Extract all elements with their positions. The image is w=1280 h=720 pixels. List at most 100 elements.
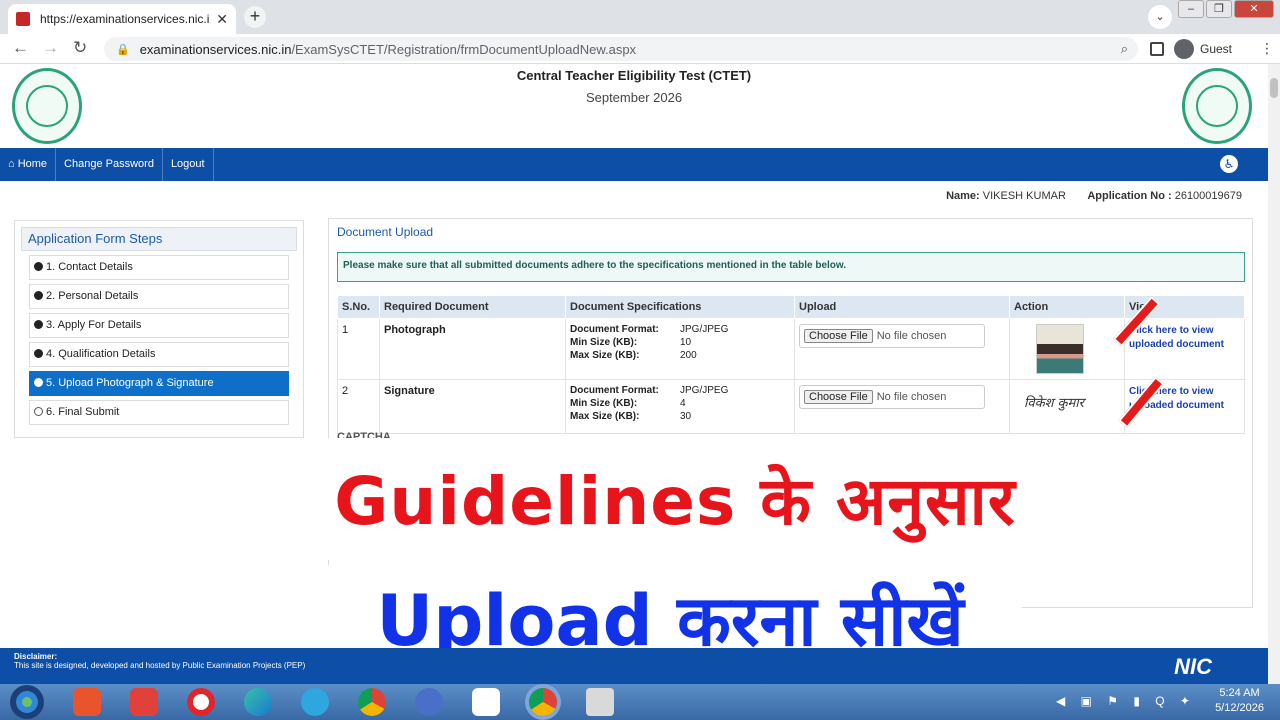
table-row: 1 Photograph Document Format: JPG/JPEG Mi… <box>337 318 1245 380</box>
choose-file-button[interactable]: Choose File <box>804 390 873 404</box>
clock-icon <box>34 378 43 387</box>
page-title: Central Teacher Eligibility Test (CTET) <box>516 68 752 83</box>
col-upload: Upload <box>794 295 1010 319</box>
chromium-icon[interactable] <box>415 688 443 716</box>
photo-file-input[interactable]: Choose File No file chosen <box>799 324 985 348</box>
minimize-button[interactable]: – <box>1178 0 1204 18</box>
main-nav: ⌂ Home Change Password Logout ♿ <box>0 148 1268 181</box>
table-header-row: S.No. Required Document Document Specifi… <box>337 295 1245 319</box>
row-action-cell: विकेश कुमार <box>1009 379 1125 434</box>
home-icon: ⌂ <box>8 158 18 170</box>
lock-icon: 🔒 <box>116 43 130 56</box>
edge-icon[interactable] <box>244 688 272 716</box>
start-button[interactable] <box>10 685 44 719</box>
accessibility-icon[interactable]: ♿ <box>1220 155 1238 173</box>
page-footer: Disclaimer: This site is designed, devel… <box>0 648 1268 684</box>
maximize-button[interactable]: ❐ <box>1206 0 1232 18</box>
site-favicon-icon <box>16 12 30 26</box>
app-no-value: 26100019679 <box>1174 190 1242 202</box>
telegram-icon[interactable] <box>301 688 329 716</box>
forward-icon[interactable]: → <box>42 38 59 58</box>
clock-time: 5:24 AM <box>1219 687 1260 699</box>
overlay-banner-top: Guidelines के अनुसार <box>282 440 1068 558</box>
view-photo-link[interactable]: Click here to view uploaded document <box>1129 324 1240 352</box>
brave-icon[interactable] <box>73 688 101 716</box>
clock-date: 5/12/2026 <box>1215 702 1264 714</box>
browser-tab[interactable]: https://examinationservices.nic.in ✕ <box>8 4 236 34</box>
url-path: /ExamSysCTET/Registration/frmDocumentUpl… <box>291 41 637 57</box>
step-contact-details[interactable]: 1. Contact Details <box>29 255 289 280</box>
file-status: No file chosen <box>876 391 947 403</box>
side-panel-icon[interactable] <box>1150 42 1164 56</box>
browser-tab-bar: https://examinationservices.nic.in ✕ + ⌄… <box>0 0 1280 34</box>
step-final-submit[interactable]: 6. Final Submit <box>29 400 289 425</box>
tab-search-button[interactable]: ⌄ <box>1148 5 1172 29</box>
tab-title: https://examinationservices.nic.in <box>40 12 211 26</box>
chrome-icon[interactable] <box>529 688 557 716</box>
profile-label: Guest <box>1200 42 1233 56</box>
user-info: Name: VIKESH KUMAR Application No : 2610… <box>0 190 1242 202</box>
capcut-icon[interactable] <box>472 688 500 716</box>
check-circle-icon <box>34 349 43 358</box>
step-qualification-details[interactable]: 4. Qualification Details <box>29 342 289 367</box>
vivaldi-icon[interactable] <box>130 688 158 716</box>
check-circle-icon <box>34 262 43 271</box>
reload-icon[interactable]: ↻ <box>73 38 87 58</box>
chrome-profile-icon[interactable] <box>358 688 386 716</box>
nav-home[interactable]: ⌂ Home <box>0 148 57 181</box>
nav-change-password[interactable]: Change Password <box>56 148 163 181</box>
cbse-logo-right <box>1182 68 1252 144</box>
col-required-document: Required Document <box>379 295 566 319</box>
step-upload-photo-signature[interactable]: 5. Upload Photograph & Signature <box>29 371 289 396</box>
name-value: VIKESH KUMAR <box>982 190 1066 202</box>
system-tray-icons[interactable]: ◀ ▣ ⚑ ▮ Q ✦ <box>1056 694 1196 708</box>
row-specifications: Document Format: JPG/JPEG Min Size (KB): 1… <box>565 318 795 380</box>
signature-file-input[interactable]: Choose File No file chosen <box>799 385 985 409</box>
profile-button[interactable]: Guest <box>1174 38 1232 60</box>
check-circle-icon <box>34 291 43 300</box>
nav-logout[interactable]: Logout <box>163 148 214 181</box>
clock[interactable]: 5:24 AM 5/12/2026 <box>1215 686 1264 716</box>
close-window-button[interactable]: ✕ <box>1234 0 1274 18</box>
back-icon[interactable]: ← <box>12 38 29 58</box>
window-controls: – ❐ ✕ <box>1176 0 1274 18</box>
name-label: Name: <box>946 190 980 202</box>
new-tab-button[interactable]: + <box>244 6 266 28</box>
check-circle-icon <box>34 320 43 329</box>
uploaded-signature-thumbnail[interactable]: विकेश कुमार <box>1024 393 1110 415</box>
app-no-label: Application No : <box>1087 190 1172 202</box>
section-title: Document Upload <box>337 225 434 239</box>
zoom-icon[interactable]: ⌕ <box>1121 41 1128 57</box>
step-apply-for-details[interactable]: 3. Apply For Details <box>29 313 289 338</box>
address-bar[interactable]: 🔒 examinationservices.nic.in/ExamSysCTET… <box>104 37 1138 61</box>
page-subtitle: September 2026 <box>585 90 683 105</box>
table-row: 2 Signature Document Format: JPG/JPEG Min… <box>337 379 1245 434</box>
overlay-line-1: Guidelines के अनुसार <box>334 463 1016 540</box>
browser-toolbar: ← → ↻ 🔒 examinationservices.nic.in/ExamS… <box>0 34 1280 64</box>
disclaimer-text: This site is designed, developed and hos… <box>14 661 306 670</box>
snipping-tool-icon[interactable] <box>586 688 614 716</box>
documents-table: S.No. Required Document Document Specifi… <box>337 295 1245 434</box>
close-tab-icon[interactable]: ✕ <box>216 11 228 28</box>
menu-icon[interactable]: ⋮ <box>1260 40 1274 57</box>
windows-taskbar: ◀ ▣ ⚑ ▮ Q ✦ 5:24 AM 5/12/2026 <box>0 684 1280 720</box>
page-header: Central Teacher Eligibility Test (CTET) … <box>0 64 1268 148</box>
notice-box: Please make sure that all submitted docu… <box>337 252 1245 282</box>
disclaimer-title: Disclaimer: <box>14 652 58 661</box>
uploaded-photo-thumbnail[interactable] <box>1036 324 1084 374</box>
page-scrollbar[interactable] <box>1268 64 1280 684</box>
choose-file-button[interactable]: Choose File <box>804 329 873 343</box>
row-document-name: Signature <box>379 379 566 434</box>
step-personal-details[interactable]: 2. Personal Details <box>29 284 289 309</box>
opera-icon[interactable] <box>187 688 215 716</box>
url-host: examinationservices.nic.in <box>139 41 292 57</box>
nic-logo: NIC <box>1174 654 1212 679</box>
row-view-cell: Click here to view uploaded document <box>1124 318 1245 380</box>
row-sno: 1 <box>337 318 380 380</box>
avatar <box>1174 39 1194 59</box>
row-action-cell <box>1009 318 1125 380</box>
col-specifications: Document Specifications <box>565 295 795 319</box>
row-upload-cell: Choose File No file chosen <box>794 379 1010 434</box>
row-specifications: Document Format: JPG/JPEG Min Size (KB): 4… <box>565 379 795 434</box>
row-upload-cell: Choose File No file chosen <box>794 318 1010 380</box>
